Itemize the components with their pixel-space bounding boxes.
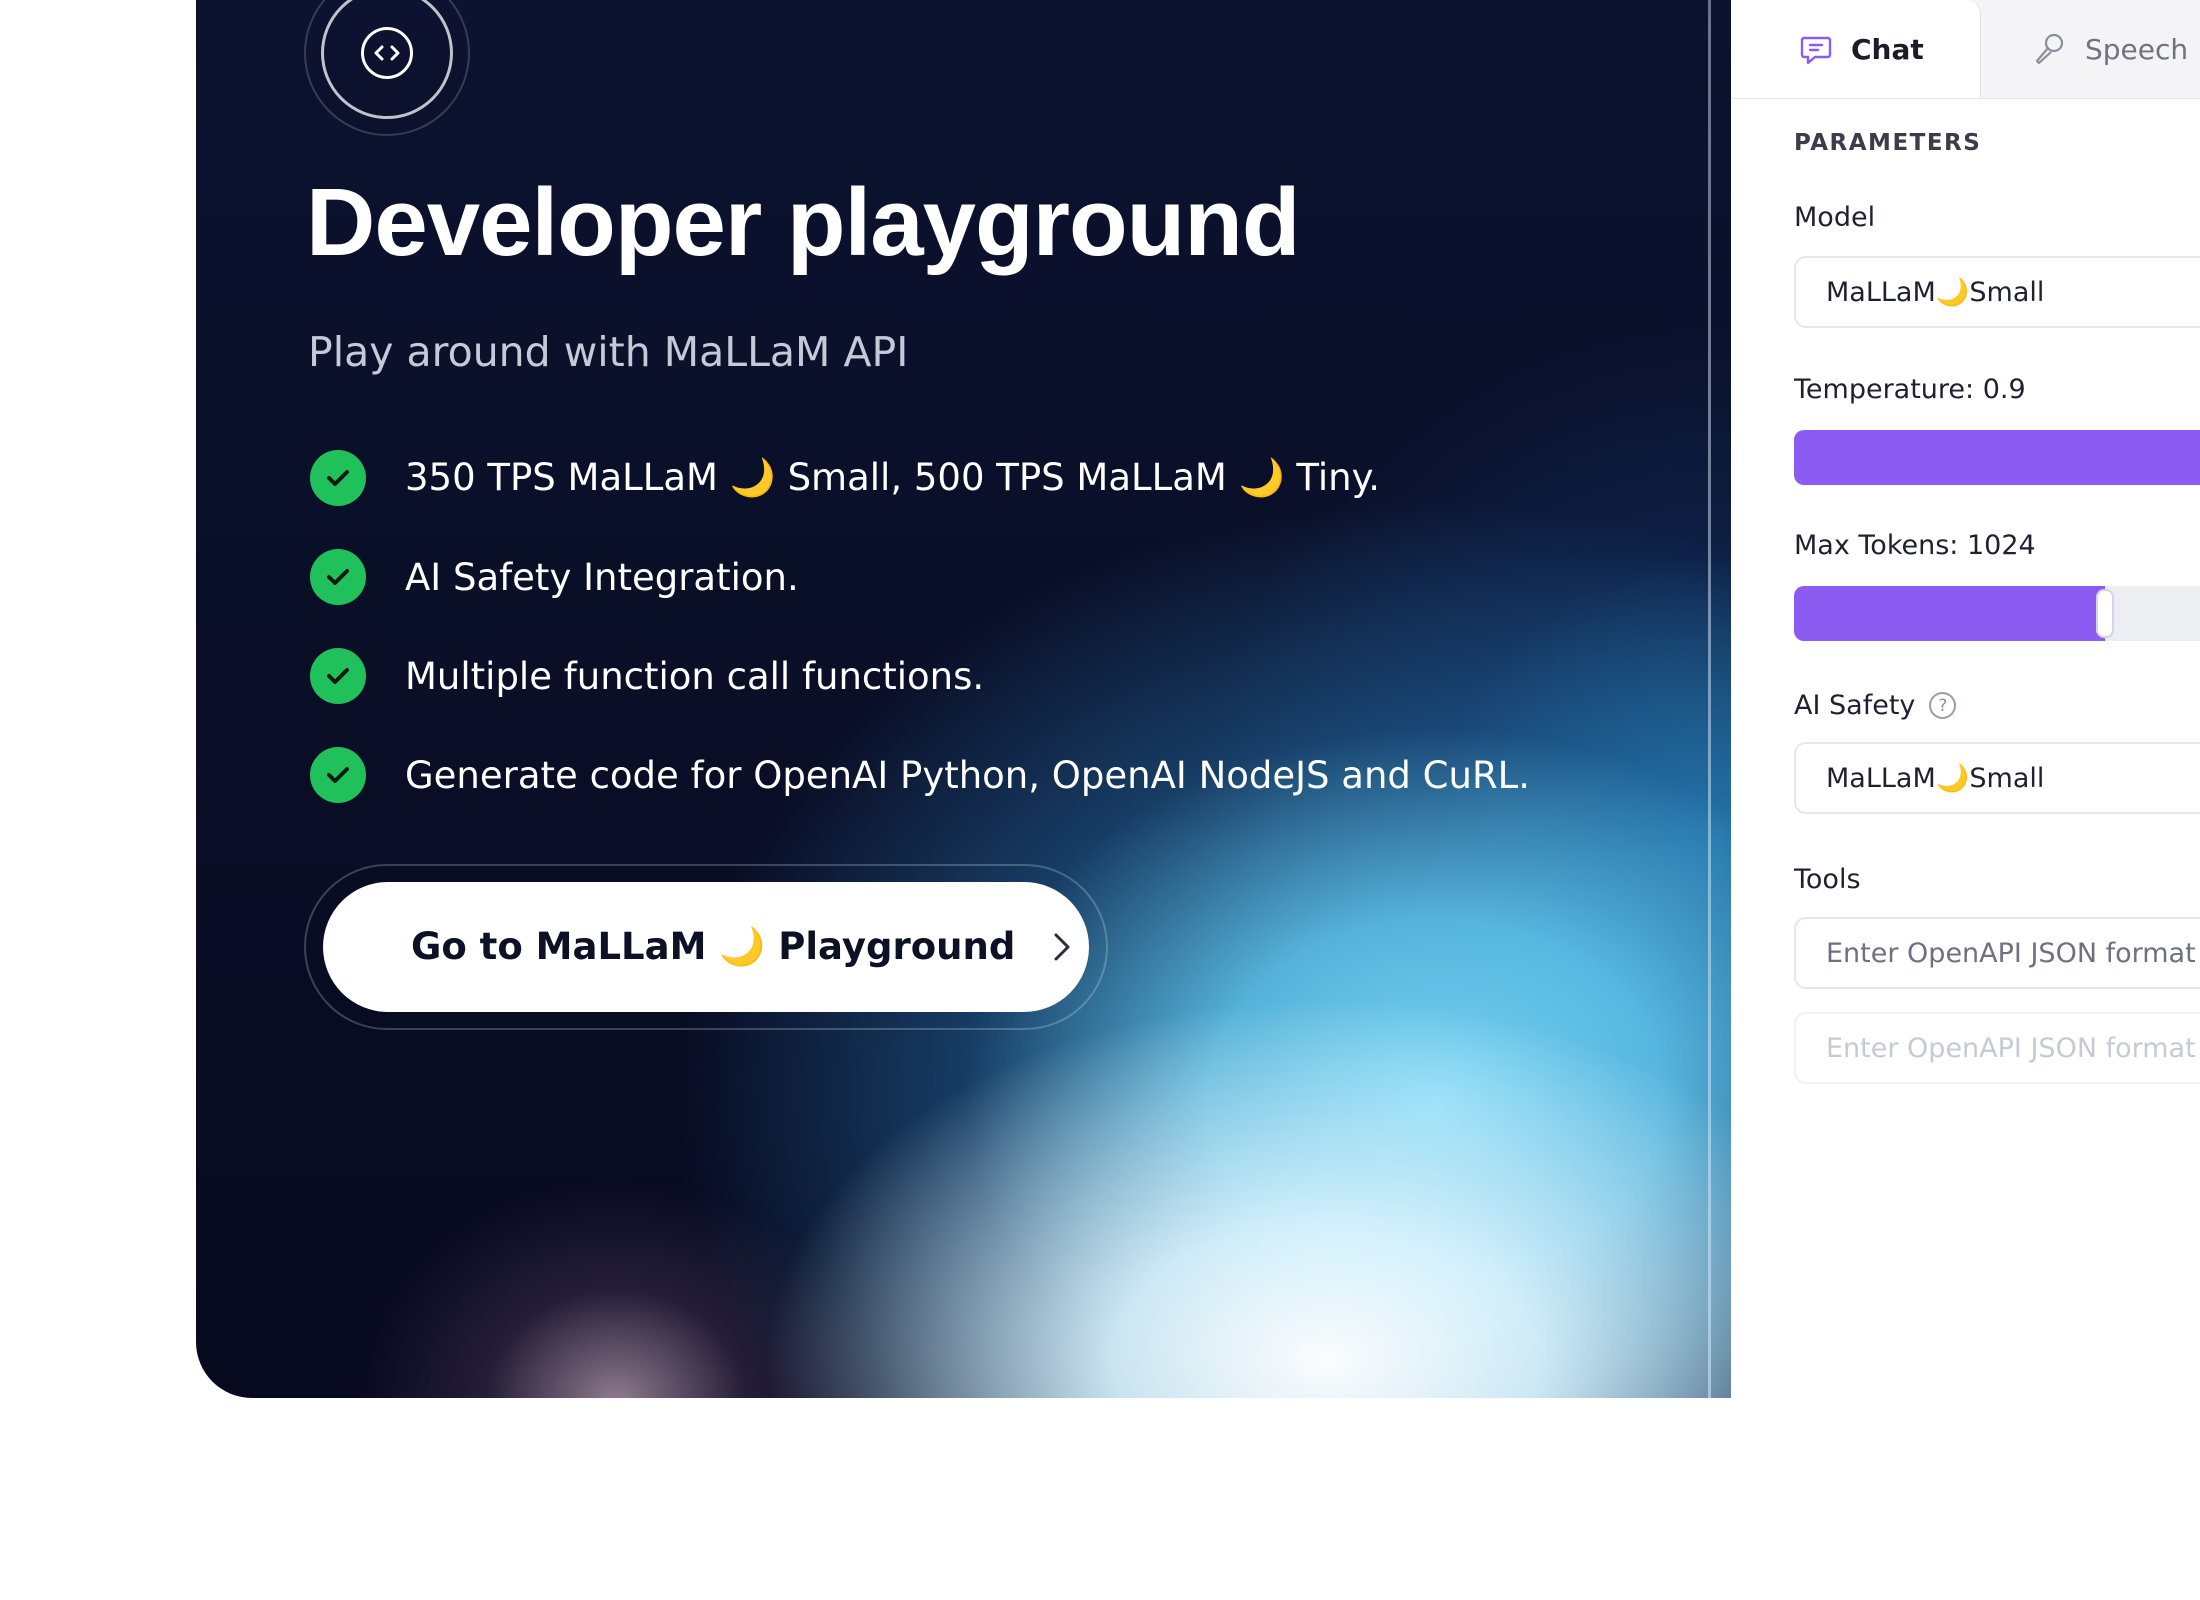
- max-tokens-label: Max Tokens: 1024: [1794, 530, 2036, 561]
- cta-label: Go to MaLLaM 🌙 Playground: [411, 925, 1016, 968]
- help-icon[interactable]: ?: [1929, 692, 1957, 719]
- hero-title: Developer playground: [306, 169, 1301, 276]
- check-icon: [310, 747, 366, 803]
- temperature-slider[interactable]: [1794, 430, 2200, 485]
- feature-text: Multiple function call functions.: [405, 654, 985, 698]
- tab-label: Speech: [2085, 32, 2189, 66]
- tools-input[interactable]: [1794, 917, 2200, 989]
- feature-item: Generate code for OpenAI Python, OpenAI …: [310, 747, 1530, 803]
- ai-safety-label: AI Safety ?: [1794, 690, 1957, 721]
- max-tokens-slider-fill: [1794, 586, 2105, 641]
- feature-text: AI Safety Integration.: [405, 555, 799, 599]
- tab-label: Chat: [1851, 32, 1924, 66]
- model-label: Model: [1794, 202, 1876, 233]
- microphone-icon: [2031, 31, 2067, 67]
- hero-subtitle: Play around with MaLLaM API: [308, 328, 909, 376]
- max-tokens-slider-thumb[interactable]: [2096, 589, 2114, 638]
- tab-speech[interactable]: Speech: [1981, 0, 2200, 98]
- feature-item: 350 TPS MaLLaM 🌙 Small, 500 TPS MaLLaM 🌙…: [310, 450, 1530, 506]
- parameters-panel: Chat Speech PARAMETERS Model MaLLaM 🌙 Sm…: [1731, 0, 2200, 1398]
- ai-safety-select[interactable]: MaLLaM 🌙 Small: [1794, 742, 2200, 814]
- code-icon: [361, 27, 413, 79]
- check-icon: [310, 450, 366, 506]
- moon-icon: 🌙: [1935, 763, 1970, 794]
- parameters-heading: PARAMETERS: [1794, 130, 1982, 156]
- go-to-playground-button[interactable]: Go to MaLLaM 🌙 Playground: [323, 882, 1089, 1012]
- moon-icon: 🌙: [1935, 277, 1970, 308]
- tools-input[interactable]: [1794, 1012, 2200, 1084]
- moon-icon: 🌙: [1238, 456, 1285, 499]
- feature-item: Multiple function call functions.: [310, 648, 1530, 704]
- max-tokens-slider[interactable]: [1794, 586, 2200, 641]
- tools-label: Tools: [1794, 864, 1861, 895]
- chat-icon: [1799, 32, 1833, 66]
- feature-list: 350 TPS MaLLaM 🌙 Small, 500 TPS MaLLaM 🌙…: [310, 450, 1530, 846]
- chevron-right-icon: [1053, 932, 1071, 962]
- tab-chat[interactable]: Chat: [1731, 0, 1981, 98]
- feature-item: AI Safety Integration.: [310, 549, 1530, 605]
- feature-text: 350 TPS MaLLaM 🌙 Small, 500 TPS MaLLaM 🌙…: [405, 456, 1381, 499]
- moon-icon: 🌙: [719, 925, 766, 968]
- moon-icon: 🌙: [729, 456, 776, 499]
- hero-icon-inner-ring: [321, 0, 453, 119]
- model-select[interactable]: MaLLaM 🌙 Small: [1794, 256, 2200, 328]
- feature-text: Generate code for OpenAI Python, OpenAI …: [405, 753, 1531, 797]
- tab-bar: Chat Speech: [1731, 0, 2200, 99]
- temperature-slider-fill: [1794, 430, 2200, 485]
- check-icon: [310, 648, 366, 704]
- check-icon: [310, 549, 366, 605]
- temperature-label: Temperature: 0.9: [1794, 374, 2026, 405]
- panel-divider: [1708, 0, 1711, 1398]
